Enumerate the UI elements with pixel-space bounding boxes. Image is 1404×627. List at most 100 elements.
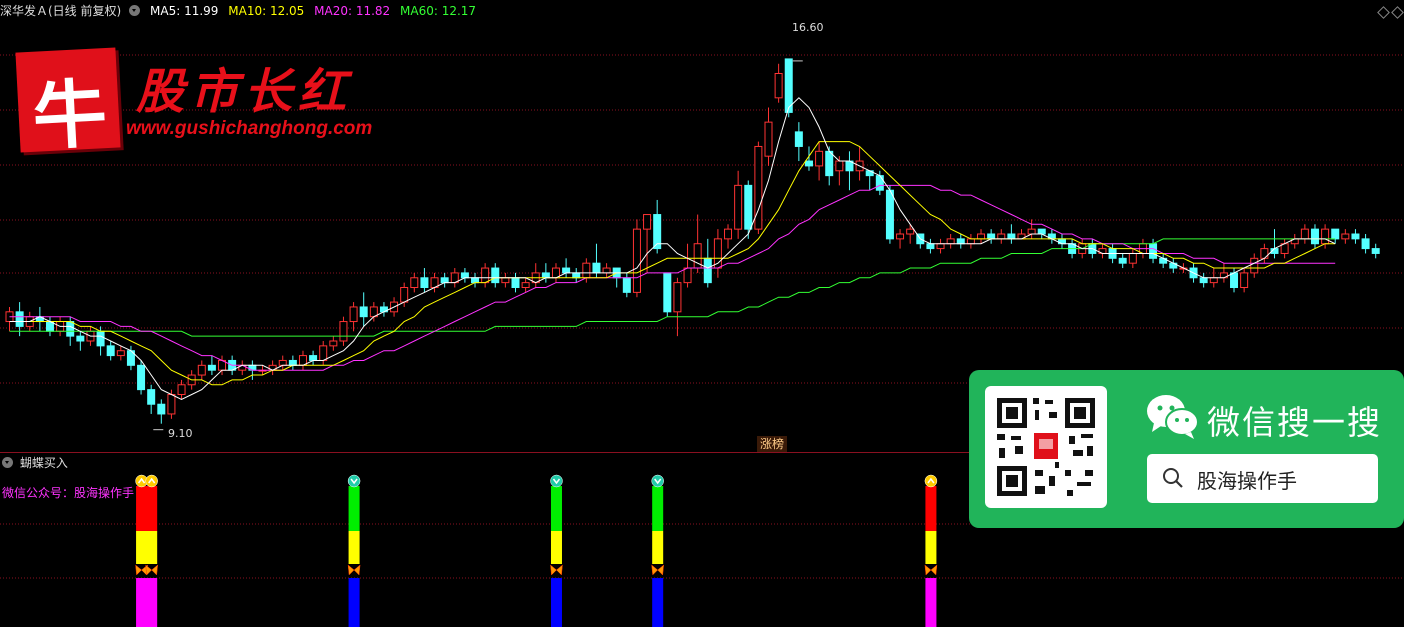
candle-body — [1351, 233, 1360, 240]
candle-body — [1118, 257, 1127, 264]
signal-marker-icon — [924, 474, 938, 488]
sub-pane-note: 微信公众号：股海操作手 — [2, 486, 135, 500]
candle-body — [956, 238, 965, 245]
signal-bar-top — [652, 486, 664, 531]
candle-body — [1240, 272, 1249, 288]
candle-body — [167, 394, 176, 415]
candle-body — [572, 272, 581, 279]
candle-body — [349, 306, 358, 323]
signal-bar-top — [136, 486, 148, 531]
candle-body — [632, 228, 641, 293]
candle-body — [481, 267, 490, 284]
candle-body — [602, 267, 611, 274]
candle-body — [703, 257, 712, 284]
wechat-search-text: 股海操作手 — [1197, 469, 1297, 493]
candle-body — [1027, 228, 1036, 235]
candle-body — [835, 160, 844, 172]
search-icon — [1163, 468, 1183, 488]
candle-body — [592, 262, 601, 274]
candle-body — [1341, 233, 1350, 240]
candle-body — [15, 311, 24, 327]
candle-body — [1230, 272, 1239, 288]
signal-bar-top — [550, 486, 562, 531]
wechat-search-box[interactable]: 股海操作手 — [1147, 454, 1378, 503]
candle-body — [66, 321, 75, 337]
candle-body — [1128, 252, 1137, 264]
candle-body — [1371, 248, 1380, 254]
candle-body — [207, 364, 216, 371]
candle-body — [582, 262, 591, 279]
candle-body — [794, 131, 803, 147]
candle-body — [1260, 248, 1269, 259]
candle-body — [460, 272, 469, 279]
candle-body — [966, 238, 975, 245]
candle-body — [987, 233, 996, 240]
candle-body — [1209, 277, 1218, 284]
candle-body — [896, 233, 905, 240]
candle-body — [997, 233, 1006, 240]
high-price-label: 16.60 — [792, 21, 824, 34]
candle-body — [946, 238, 955, 245]
wechat-card: 微信搜一搜 股海操作手 — [969, 370, 1404, 528]
butterfly-icon — [145, 564, 158, 576]
candle-body — [137, 364, 146, 391]
sub-pane-toggle-icon[interactable] — [2, 457, 13, 468]
candle-body — [1007, 233, 1016, 240]
candle-body — [875, 175, 884, 191]
candle-body — [96, 330, 105, 347]
candle-body — [734, 184, 743, 230]
signal-bar-top — [925, 486, 937, 531]
butterfly-icon — [550, 564, 563, 576]
candle-body — [683, 267, 692, 284]
candle-body — [926, 243, 935, 250]
event-tag[interactable]: 涨榜 — [757, 436, 788, 452]
candle-body — [420, 277, 429, 289]
candle-body — [1321, 228, 1330, 245]
signal-marker-icon — [651, 474, 664, 488]
butterfly-icon — [347, 564, 361, 576]
signal-bar-top — [348, 486, 360, 531]
candle-body — [673, 282, 682, 313]
candle-body — [1250, 257, 1259, 274]
signal-bar-bottom — [550, 578, 562, 627]
candle-body — [744, 184, 753, 230]
candle-body — [724, 228, 733, 240]
candle-body — [1300, 228, 1309, 240]
signal-bar-bottom — [146, 578, 158, 627]
sub-pane-header: 蝴蝶买入 — [0, 454, 68, 471]
candle-body — [278, 359, 287, 366]
low-price-label: 9.10 — [168, 427, 193, 440]
candle-body — [157, 403, 166, 415]
candle-body — [1199, 277, 1208, 284]
signal-bar-bottom — [652, 578, 664, 627]
signal-bar-middle — [550, 531, 562, 564]
logo-box: 牛 — [15, 47, 121, 161]
signal-marker-icon — [550, 474, 563, 488]
candle-body — [622, 277, 631, 293]
candle-body — [319, 345, 328, 361]
candle-body — [359, 306, 368, 318]
candle-body — [521, 282, 530, 288]
signal-marker-icon — [347, 474, 361, 488]
candle-body — [147, 389, 156, 405]
signal-bar-bottom — [136, 578, 148, 627]
qr-code-icon — [985, 386, 1107, 508]
candle-body — [1310, 228, 1319, 245]
signal-bar-middle — [146, 531, 158, 564]
candle-body — [116, 350, 125, 357]
candle-body — [1149, 243, 1158, 259]
candle-body — [1331, 228, 1340, 240]
signal-bar-top — [146, 486, 158, 531]
signal-bar-middle — [652, 531, 664, 564]
candle-body — [309, 355, 318, 361]
candle-body — [1037, 228, 1046, 235]
butterfly-icon — [651, 564, 664, 576]
candle-body — [1361, 238, 1370, 250]
candle-body — [906, 228, 915, 235]
wechat-title: 微信搜一搜 — [1207, 403, 1382, 442]
logo-char: 牛 — [30, 71, 110, 161]
candle-body — [288, 359, 297, 366]
candle-body — [663, 272, 672, 313]
sub-pane-title[interactable]: 蝴蝶买入 — [20, 456, 68, 470]
candle-body — [643, 214, 652, 230]
